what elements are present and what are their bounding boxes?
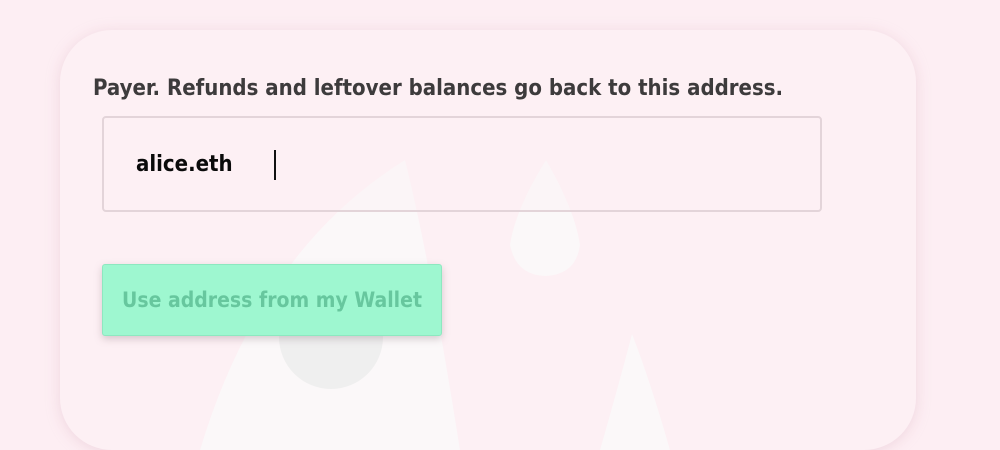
text-cursor xyxy=(274,150,276,180)
small-triangle-shape xyxy=(600,334,670,450)
use-wallet-address-button[interactable]: Use address from my Wallet xyxy=(102,264,442,336)
payer-label: Payer. Refunds and leftover balances go … xyxy=(93,76,784,101)
payer-address-field[interactable] xyxy=(102,116,822,212)
payer-card: Payer. Refunds and leftover balances go … xyxy=(60,30,916,450)
payer-address-input[interactable] xyxy=(136,118,776,210)
